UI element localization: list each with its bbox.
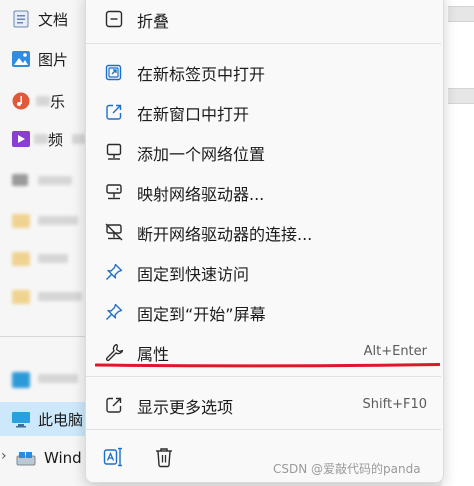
picture-icon — [12, 51, 30, 67]
blurred-icon — [12, 372, 30, 388]
menu-item-properties[interactable]: 属性 Alt+Enter — [94, 334, 435, 370]
menu-item-pin-start[interactable]: 固定到“开始”屏幕 — [94, 294, 435, 330]
blurred-text — [34, 134, 48, 144]
menu-item-open-new-window[interactable]: 在新窗口中打开 — [94, 94, 435, 130]
menu-item-add-network-location[interactable]: 添加一个网络位置 — [94, 134, 435, 170]
open-new-window-icon — [106, 104, 122, 120]
blurred-text — [38, 254, 68, 263]
file-list-area — [442, 0, 474, 486]
menu-divider — [86, 429, 441, 430]
blurred-text — [38, 374, 78, 383]
menu-item-label: 添加一个网络位置 — [137, 145, 266, 164]
more-options-icon — [106, 397, 122, 413]
menu-item-label: 在新标签页中打开 — [137, 65, 266, 84]
sidebar-item-windows-drive[interactable]: › Wind — [0, 442, 90, 476]
sidebar-divider — [0, 336, 90, 337]
chevron-right-icon[interactable]: › — [1, 448, 7, 464]
menu-divider — [86, 376, 441, 377]
menu-item-label: 固定到“开始”屏幕 — [137, 305, 266, 324]
sidebar-item-label: 图片 — [38, 51, 69, 69]
disconnect-network-drive-icon — [105, 223, 123, 241]
menu-item-label: 断开网络驱动器的连接... — [137, 225, 313, 244]
menu-item-label: 固定到快速访问 — [137, 265, 250, 284]
blurred-text — [38, 292, 82, 301]
video-icon — [12, 131, 30, 147]
column-header-fragment — [448, 6, 474, 22]
blurred-text — [36, 96, 50, 106]
menu-item-disconnect-network-drive[interactable]: 断开网络驱动器的连接... — [94, 214, 435, 250]
rename-icon — [103, 447, 122, 467]
menu-item-label: 映射网络驱动器... — [137, 185, 265, 204]
pin-start-icon — [106, 303, 123, 320]
shortcut-label: Shift+F10 — [362, 397, 427, 412]
sidebar-item-label: 此电脑 — [38, 411, 84, 429]
sidebar-item-music[interactable]: 乐 — [0, 84, 90, 118]
menu-item-pin-quick-access[interactable]: 固定到快速访问 — [94, 254, 435, 290]
menu-item-label: 折叠 — [137, 12, 170, 31]
trash-icon — [156, 448, 172, 468]
collapse-icon — [105, 10, 123, 28]
menu-item-show-more-options[interactable]: 显示更多选项 Shift+F10 — [94, 387, 435, 423]
blurred-text — [38, 176, 72, 185]
open-new-tab-icon — [105, 64, 122, 81]
menu-item-label: 属性 — [137, 345, 170, 364]
sidebar-item-label: 频 — [48, 131, 64, 149]
music-icon — [12, 92, 30, 110]
sidebar-item-label: 乐 — [50, 93, 66, 111]
sidebar-item-pictures[interactable]: 图片 — [0, 42, 90, 76]
context-menu: 折叠 在新标签页中打开 在新窗口中打开 添加一个网络位置 映射网络驱动器... … — [85, 0, 444, 483]
blurred-text — [38, 216, 78, 225]
sidebar-item-documents[interactable]: 文档 — [0, 2, 90, 36]
pin-icon — [106, 263, 123, 280]
delete-button[interactable] — [148, 441, 180, 473]
blurred-text — [72, 134, 86, 144]
column-header-fragment — [448, 88, 474, 104]
menu-item-open-new-tab[interactable]: 在新标签页中打开 — [94, 54, 435, 90]
sidebar-item-this-pc[interactable]: 此电脑 — [0, 402, 90, 436]
menu-item-collapse[interactable]: 折叠 — [94, 1, 435, 37]
rename-button[interactable] — [98, 441, 130, 473]
navigation-pane: 文档 图片 乐 频 此电脑 › Wind — [0, 0, 90, 486]
menu-item-label: 显示更多选项 — [137, 398, 234, 417]
map-network-drive-icon — [106, 184, 122, 200]
sidebar-item-videos[interactable]: 频 — [0, 122, 90, 156]
sidebar-item-label: 文档 — [38, 11, 69, 29]
blurred-icon — [12, 214, 30, 228]
blurred-icon — [12, 252, 30, 266]
pc-icon — [12, 412, 30, 428]
network-location-icon — [106, 143, 122, 160]
blurred-icon — [12, 174, 28, 186]
menu-divider — [86, 43, 441, 44]
menu-item-map-network-drive[interactable]: 映射网络驱动器... — [94, 174, 435, 210]
menu-item-label: 在新窗口中打开 — [137, 105, 250, 124]
watermark: CSDN @爱敲代码的panda — [273, 462, 421, 476]
sidebar-item-label: Wind — [44, 449, 82, 467]
blurred-icon — [12, 290, 30, 304]
document-icon — [13, 10, 29, 28]
drive-icon — [16, 452, 36, 466]
shortcut-label: Alt+Enter — [363, 344, 427, 359]
wrench-icon — [105, 343, 124, 362]
